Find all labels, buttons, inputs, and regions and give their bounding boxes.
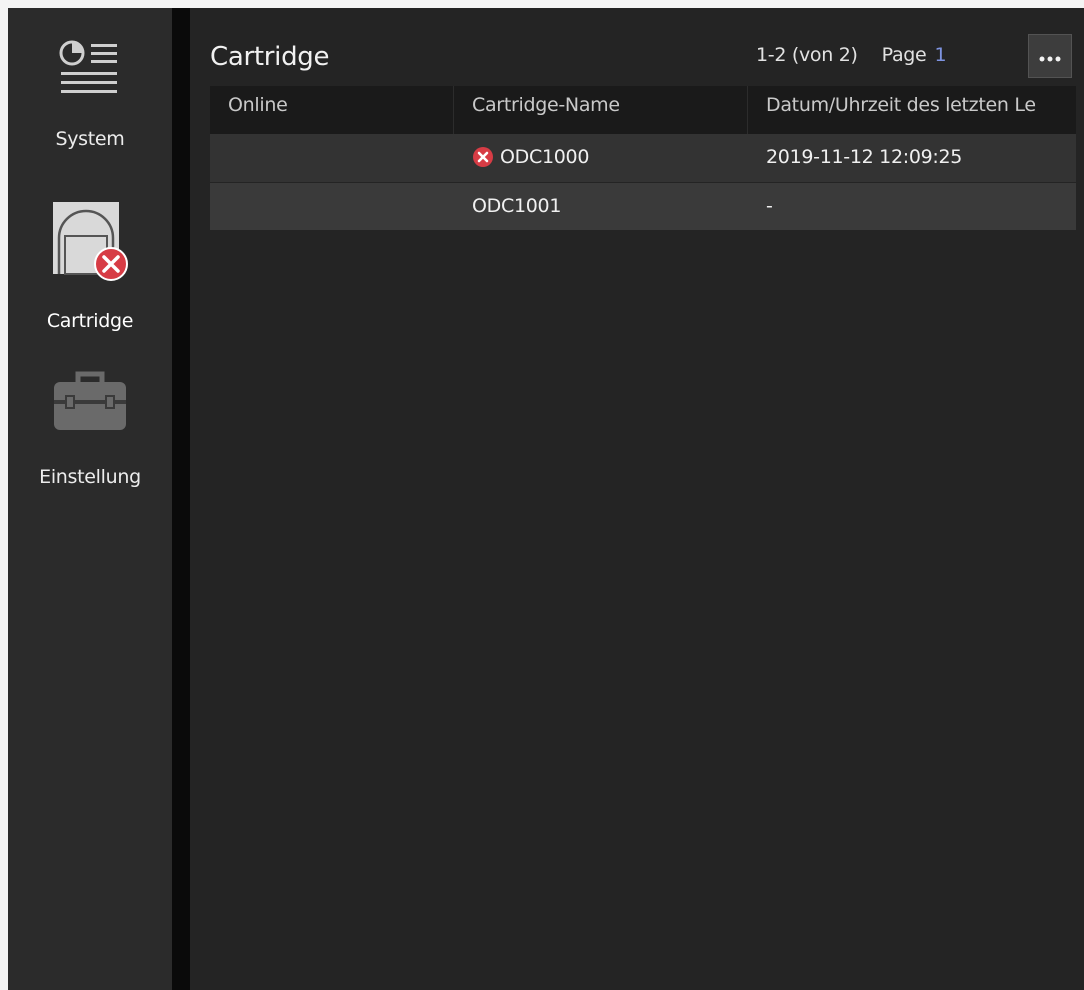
- table-row[interactable]: ODC1000 2019-11-12 12:09:25: [210, 134, 1076, 182]
- sidebar-item-label: Cartridge: [46, 310, 134, 332]
- sidebar-item-system[interactable]: System: [8, 36, 172, 176]
- cell-last-date: -: [766, 195, 773, 217]
- sidebar: System Cartridge Einstellung: [8, 8, 172, 990]
- cell-cartridge-name: ODC1001: [454, 183, 748, 230]
- table-header: Online Cartridge-Name Datum/Uhrzeit des …: [210, 86, 1076, 134]
- cell-cartridge-name: ODC1000: [454, 134, 748, 182]
- record-range: 1-2 (von 2): [756, 44, 858, 66]
- cell-online: [210, 183, 454, 230]
- sidebar-divider: [172, 8, 190, 990]
- more-options-button[interactable]: [1028, 34, 1072, 78]
- main-panel: Cartridge 1-2 (von 2) Page 1 Online Cartr…: [190, 8, 1084, 990]
- app-window: System Cartridge Einstellung Cartridge 1…: [8, 8, 1084, 990]
- table-row[interactable]: ODC1001 -: [210, 182, 1076, 230]
- page-label: Page: [881, 44, 927, 66]
- page-indicator: Page 1: [882, 44, 947, 66]
- system-list-icon: [55, 36, 125, 106]
- cell-last-date: 2019-11-12 12:09:25: [766, 146, 963, 168]
- toolbox-icon: [48, 368, 132, 436]
- pagination: 1-2 (von 2) Page 1: [756, 44, 947, 66]
- cartridge-icon: [45, 198, 135, 288]
- error-x-icon: [94, 247, 128, 281]
- page-number-link[interactable]: 1: [934, 44, 946, 66]
- sidebar-item-label: System: [55, 128, 125, 150]
- more-dots-icon: [1039, 47, 1061, 66]
- sidebar-item-label: Einstellung: [39, 466, 141, 488]
- error-x-icon: [472, 146, 494, 168]
- cartridge-name-text: ODC1001: [472, 195, 562, 217]
- column-header-last-date[interactable]: Datum/Uhrzeit des letzten Le: [748, 86, 1076, 134]
- sidebar-item-cartridge[interactable]: Cartridge: [8, 198, 172, 348]
- cell-online: [210, 134, 454, 182]
- sidebar-item-einstellung[interactable]: Einstellung: [8, 368, 172, 508]
- column-header-online[interactable]: Online: [210, 86, 454, 134]
- cartridge-table: Online Cartridge-Name Datum/Uhrzeit des …: [210, 86, 1076, 230]
- page-title: Cartridge: [210, 42, 330, 72]
- cartridge-name-text: ODC1000: [500, 146, 590, 168]
- column-header-cartridge-name[interactable]: Cartridge-Name: [454, 86, 748, 134]
